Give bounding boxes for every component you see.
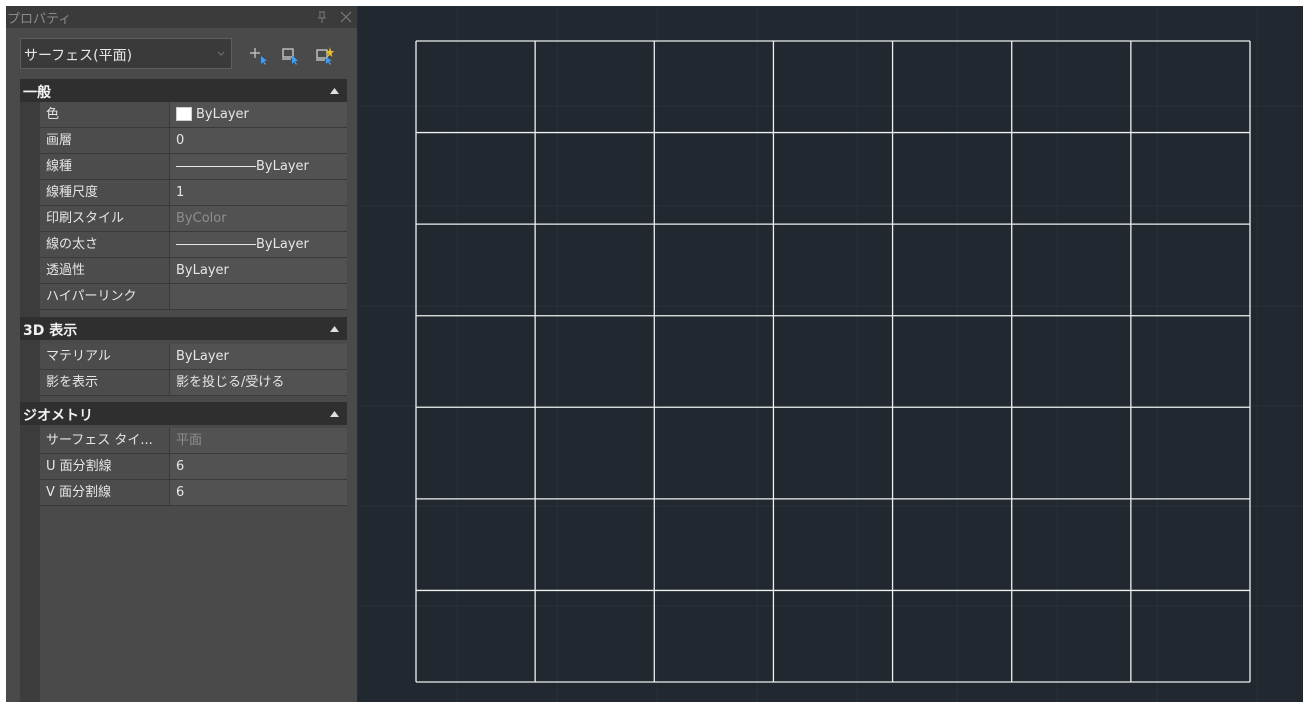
property-name: 印刷スタイル <box>40 206 170 231</box>
object-type-dropdown[interactable]: サーフェス(平面) <box>20 38 232 69</box>
property-row-shadow-display[interactable]: 影を表示 影を投じる/受ける <box>40 370 347 396</box>
property-name: マテリアル <box>40 344 170 369</box>
select-objects-icon[interactable] <box>315 46 335 66</box>
section-geometry-header[interactable]: ジオメトリ <box>20 402 347 425</box>
object-type-value: サーフェス(平面) <box>24 48 133 64</box>
lineweight-value: ByLayer <box>256 237 309 252</box>
properties-palette: プロパティ サーフェス(平面) 一般 色 ByLayer 画層 0 線種 ByL… <box>6 6 357 702</box>
property-value: ByColor <box>170 206 347 231</box>
add-to-selection-icon[interactable] <box>249 46 269 66</box>
color-swatch <box>176 106 192 121</box>
pin-icon[interactable] <box>316 10 328 24</box>
property-value[interactable]: 6 <box>170 480 347 505</box>
section-3d-visualization-header[interactable]: 3D 表示 <box>20 317 347 340</box>
property-name: 線の太さ <box>40 232 170 257</box>
property-name: 影を表示 <box>40 370 170 395</box>
property-row-lineweight[interactable]: 線の太さ ByLayer <box>40 232 347 258</box>
quick-select-icon[interactable] <box>281 46 301 66</box>
property-value[interactable]: ByLayer <box>170 344 347 369</box>
property-value[interactable]: ByLayer <box>170 102 347 127</box>
property-name: 透過性 <box>40 258 170 283</box>
property-name: U 面分割線 <box>40 454 170 479</box>
property-value[interactable]: ByLayer <box>170 154 347 179</box>
property-row-linetype-scale[interactable]: 線種尺度 1 <box>40 180 347 206</box>
linetype-sample <box>176 166 256 167</box>
property-name: サーフェス タイ... <box>40 428 170 453</box>
property-value[interactable]: ByLayer <box>170 232 347 257</box>
property-gutter <box>20 80 40 702</box>
property-name: V 面分割線 <box>40 480 170 505</box>
property-name: 線種 <box>40 154 170 179</box>
property-value: 平面 <box>170 428 347 453</box>
property-name: ハイパーリンク <box>40 284 170 309</box>
palette-title: プロパティ <box>7 12 72 27</box>
empty-property-area <box>40 516 347 702</box>
drawing-viewport[interactable] <box>357 6 1303 702</box>
section-geometry-title: ジオメトリ <box>23 408 93 424</box>
property-row-linetype[interactable]: 線種 ByLayer <box>40 154 347 180</box>
collapse-up-icon[interactable] <box>330 411 339 417</box>
property-name: 画層 <box>40 128 170 153</box>
property-row-material[interactable]: マテリアル ByLayer <box>40 344 347 370</box>
chevron-down-icon <box>217 51 225 56</box>
property-row-transparency[interactable]: 透過性 ByLayer <box>40 258 347 284</box>
property-name: 線種尺度 <box>40 180 170 205</box>
property-row-v-isolines[interactable]: V 面分割線 6 <box>40 480 347 506</box>
palette-titlebar[interactable]: プロパティ <box>6 6 357 28</box>
section-3d-title: 3D 表示 <box>23 323 78 339</box>
property-value[interactable]: ByLayer <box>170 258 347 283</box>
property-value[interactable] <box>170 284 347 309</box>
property-name: 色 <box>40 102 170 127</box>
property-value[interactable]: 影を投じる/受ける <box>170 370 347 395</box>
property-value[interactable]: 0 <box>170 128 347 153</box>
lineweight-sample <box>176 244 256 245</box>
property-row-color[interactable]: 色 ByLayer <box>40 102 347 128</box>
property-row-surface-type[interactable]: サーフェス タイ... 平面 <box>40 428 347 454</box>
color-value: ByLayer <box>196 107 249 122</box>
section-general-header[interactable]: 一般 <box>20 79 347 102</box>
linetype-value: ByLayer <box>256 159 309 174</box>
property-value[interactable]: 1 <box>170 180 347 205</box>
collapse-up-icon[interactable] <box>330 88 339 94</box>
property-value[interactable]: 6 <box>170 454 347 479</box>
section-general-title: 一般 <box>23 85 51 101</box>
planar-surface[interactable] <box>357 6 1303 702</box>
close-icon[interactable] <box>340 10 352 24</box>
property-row-hyperlink[interactable]: ハイパーリンク <box>40 284 347 310</box>
collapse-up-icon[interactable] <box>330 326 339 332</box>
background-grid <box>357 6 1303 702</box>
surface-isolines[interactable] <box>415 40 1251 683</box>
property-row-u-isolines[interactable]: U 面分割線 6 <box>40 454 347 480</box>
property-row-layer[interactable]: 画層 0 <box>40 128 347 154</box>
property-row-plot-style[interactable]: 印刷スタイル ByColor <box>40 206 347 232</box>
